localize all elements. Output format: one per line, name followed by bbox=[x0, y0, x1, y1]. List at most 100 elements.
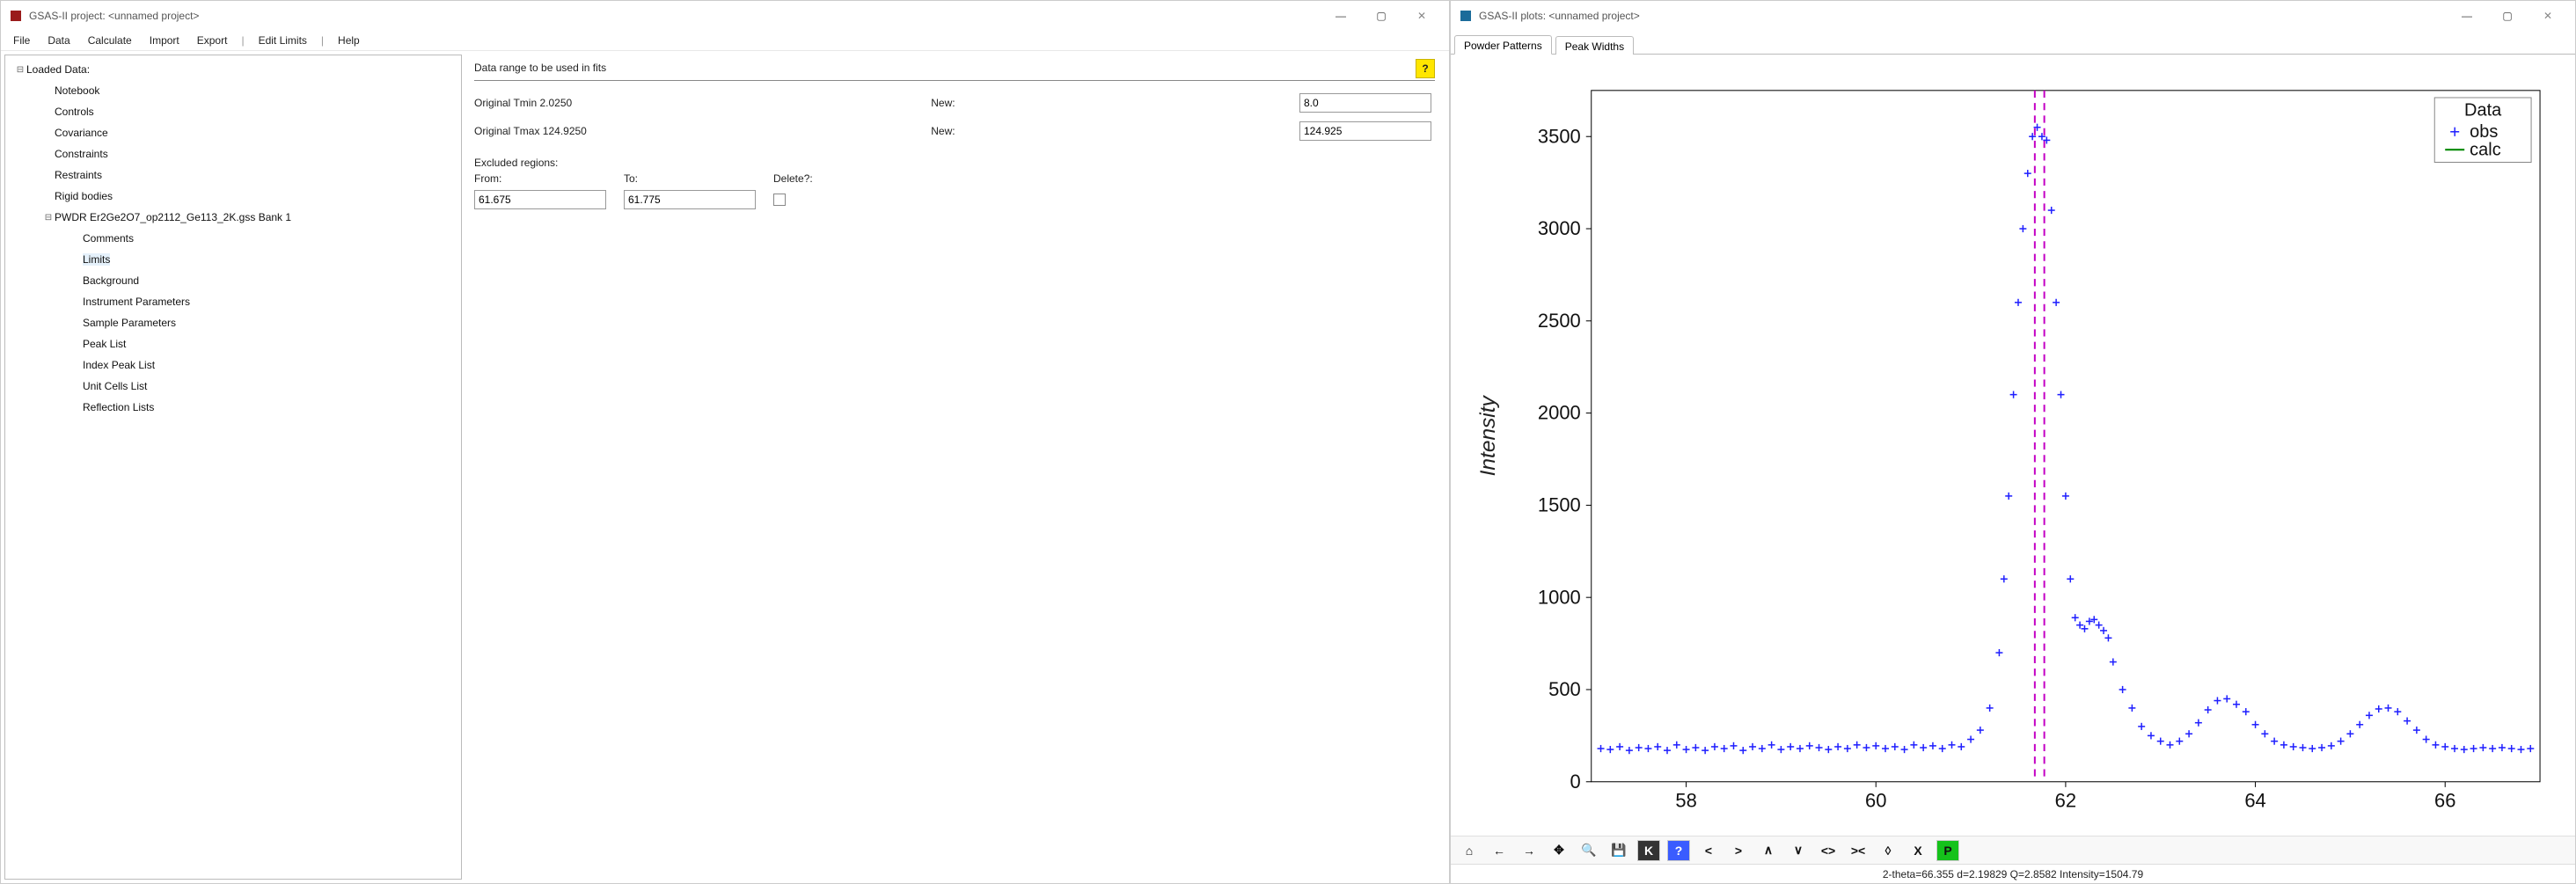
tree-item[interactable]: Background bbox=[7, 270, 459, 291]
new-label: New: bbox=[931, 97, 1291, 109]
svg-text:500: 500 bbox=[1548, 678, 1581, 700]
vee-icon[interactable]: ∨ bbox=[1787, 840, 1810, 861]
gt-icon[interactable]: > bbox=[1727, 840, 1750, 861]
tree-item[interactable]: Index Peak List bbox=[7, 354, 459, 376]
tree-item[interactable]: ⊟Loaded Data: bbox=[7, 59, 459, 80]
publish-icon[interactable]: P bbox=[1936, 840, 1959, 861]
caret-icon[interactable]: ∧ bbox=[1757, 840, 1780, 861]
svg-text:58: 58 bbox=[1675, 789, 1696, 811]
pan-icon[interactable]: ✥ bbox=[1548, 840, 1570, 861]
tree-label: Loaded Data: bbox=[26, 63, 90, 76]
tab-peak-widths[interactable]: Peak Widths bbox=[1555, 36, 1634, 55]
tree-item[interactable]: ⊟PWDR Er2Ge2O7_op2112_Ge113_2K.gss Bank … bbox=[7, 207, 459, 228]
help-icon[interactable]: ? bbox=[1416, 59, 1435, 78]
tree-item[interactable]: Restraints bbox=[7, 164, 459, 186]
tree-label: Covariance bbox=[55, 127, 108, 139]
tab-powder-patterns[interactable]: Powder Patterns bbox=[1454, 35, 1552, 55]
tree-item[interactable]: Peak List bbox=[7, 333, 459, 354]
title-bar: GSAS-II project: <unnamed project> — ▢ ✕ bbox=[1, 1, 1449, 30]
app-icon bbox=[8, 8, 24, 24]
tmin-input[interactable] bbox=[1299, 93, 1431, 113]
status-bar: 2-theta=66.355 d=2.19829 Q=2.8582 Intens… bbox=[1451, 864, 2575, 883]
tree-label: Index Peak List bbox=[83, 359, 155, 371]
svg-text:obs: obs bbox=[2470, 122, 2498, 142]
menu-file[interactable]: File bbox=[6, 33, 37, 48]
tree-label: Unit Cells List bbox=[83, 380, 147, 392]
tree-item[interactable]: Constraints bbox=[7, 143, 459, 164]
tree-item[interactable]: Reflection Lists bbox=[7, 397, 459, 418]
tree-item[interactable]: Limits bbox=[7, 249, 459, 270]
tree-item[interactable]: Comments bbox=[7, 228, 459, 249]
plot-toolbar: ⌂ ← → ✥ 🔍 💾 K ? < > ∧ ∨ <> >< ◊ X P bbox=[1451, 836, 2575, 864]
menu-import[interactable]: Import bbox=[143, 33, 187, 48]
tree-label: Sample Parameters bbox=[83, 317, 176, 329]
svg-text:2500: 2500 bbox=[1538, 310, 1581, 332]
tree-label: Constraints bbox=[55, 148, 108, 160]
svg-text:60: 60 bbox=[1865, 789, 1886, 811]
from-label: From: bbox=[474, 172, 615, 185]
svg-text:3000: 3000 bbox=[1538, 217, 1581, 239]
panel-title: Data range to be used in fits bbox=[474, 62, 1416, 76]
plot-tabs: Powder Patterns Peak Widths bbox=[1451, 30, 2575, 55]
tmax-original-label: Original Tmax 124.9250 bbox=[474, 125, 922, 137]
tree-label: Background bbox=[83, 274, 139, 287]
tmin-original-label: Original Tmin 2.0250 bbox=[474, 97, 922, 109]
back-icon[interactable]: ← bbox=[1488, 840, 1511, 861]
fit-compress-icon[interactable]: >< bbox=[1847, 840, 1870, 861]
tree-item[interactable]: Unit Cells List bbox=[7, 376, 459, 397]
window-title: GSAS-II project: <unnamed project> bbox=[29, 10, 1321, 22]
save-icon[interactable]: 💾 bbox=[1607, 840, 1630, 861]
tree-panel: ⊟Loaded Data:NotebookControlsCovarianceC… bbox=[4, 55, 462, 880]
svg-text:calc: calc bbox=[2470, 140, 2501, 159]
x-icon[interactable]: X bbox=[1906, 840, 1929, 861]
close-button[interactable]: ✕ bbox=[2528, 3, 2568, 29]
zoom-icon[interactable]: 🔍 bbox=[1577, 840, 1600, 861]
key-icon[interactable]: K bbox=[1637, 840, 1660, 861]
maximize-button[interactable]: ▢ bbox=[2487, 3, 2528, 29]
tree-label: Peak List bbox=[83, 338, 126, 350]
excluded-title: Excluded regions: bbox=[474, 157, 1440, 169]
delete-label: Delete?: bbox=[773, 172, 844, 185]
tmax-input[interactable] bbox=[1299, 121, 1431, 141]
plot-title-bar: GSAS-II plots: <unnamed project> — ▢ ✕ bbox=[1451, 1, 2575, 30]
excl-to-input[interactable] bbox=[624, 190, 756, 209]
diamond-icon[interactable]: ◊ bbox=[1877, 840, 1899, 861]
close-button[interactable]: ✕ bbox=[1401, 3, 1442, 29]
limits-panel: Data range to be used in fits ? Original… bbox=[465, 51, 1449, 883]
forward-icon[interactable]: → bbox=[1518, 840, 1540, 861]
tree-label: Reflection Lists bbox=[83, 401, 154, 413]
menu-edit-limits[interactable]: Edit Limits bbox=[252, 33, 314, 48]
app-icon bbox=[1458, 8, 1474, 24]
home-icon[interactable]: ⌂ bbox=[1458, 840, 1481, 861]
tree-item[interactable]: Controls bbox=[7, 101, 459, 122]
svg-text:2000: 2000 bbox=[1538, 402, 1581, 424]
lt-icon[interactable]: < bbox=[1697, 840, 1720, 861]
menu-data[interactable]: Data bbox=[40, 33, 77, 48]
to-label: To: bbox=[624, 172, 765, 185]
svg-text:64: 64 bbox=[2244, 789, 2265, 811]
svg-text:62: 62 bbox=[2055, 789, 2076, 811]
minimize-button[interactable]: — bbox=[1321, 3, 1361, 29]
help-icon[interactable]: ? bbox=[1667, 840, 1690, 861]
menu-calculate[interactable]: Calculate bbox=[81, 33, 139, 48]
maximize-button[interactable]: ▢ bbox=[1361, 3, 1401, 29]
new-label-2: New: bbox=[931, 125, 1291, 137]
tree-item[interactable]: Sample Parameters bbox=[7, 312, 459, 333]
tree-item[interactable]: Rigid bodies bbox=[7, 186, 459, 207]
fit-h-icon[interactable]: <> bbox=[1817, 840, 1840, 861]
svg-text:0: 0 bbox=[1570, 771, 1581, 793]
tree-item[interactable]: Notebook bbox=[7, 80, 459, 101]
delete-checkbox[interactable] bbox=[773, 194, 786, 206]
excl-from-input[interactable] bbox=[474, 190, 606, 209]
tree-item[interactable]: Instrument Parameters bbox=[7, 291, 459, 312]
tree-label: PWDR Er2Ge2O7_op2112_Ge113_2K.gss Bank 1 bbox=[55, 211, 291, 223]
tree-toggle-icon[interactable]: ⊟ bbox=[42, 213, 55, 223]
minimize-button[interactable]: — bbox=[2447, 3, 2487, 29]
tree-item[interactable]: Covariance bbox=[7, 122, 459, 143]
tree-label: Instrument Parameters bbox=[83, 296, 190, 308]
menu-help[interactable]: Help bbox=[331, 33, 367, 48]
tree-label: Rigid bodies bbox=[55, 190, 113, 202]
tree-toggle-icon[interactable]: ⊟ bbox=[14, 65, 26, 75]
menu-export[interactable]: Export bbox=[190, 33, 235, 48]
chart-area[interactable]: 05001000150020002500300035005860626466In… bbox=[1451, 55, 2575, 836]
